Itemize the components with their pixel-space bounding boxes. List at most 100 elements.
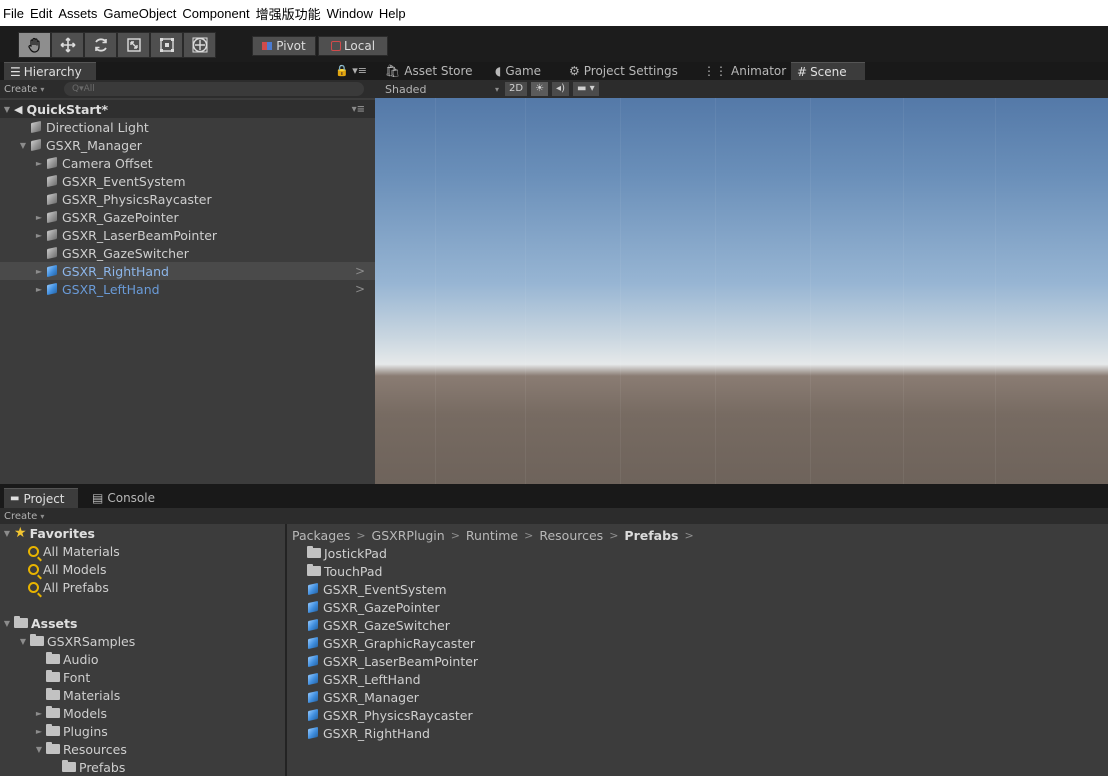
expand-arrow-icon[interactable]: ► xyxy=(34,285,44,294)
project-create-dropdown[interactable]: Create ▾ xyxy=(0,511,64,522)
folder-tree-item[interactable]: ▼ GSXRSamples xyxy=(0,632,135,650)
hierarchy-panel-menu-icon[interactable]: 🔒 ▾≡ xyxy=(335,64,367,77)
shading-mode-dropdown[interactable]: Shaded xyxy=(375,83,495,96)
hierarchy-row[interactable]: Directional Light xyxy=(0,118,375,136)
expand-arrow-icon[interactable]: ▼ xyxy=(2,619,12,628)
toggle-2d-button[interactable]: 2D xyxy=(505,82,528,96)
favorites-row[interactable]: ▼ ★ Favorites xyxy=(0,524,95,542)
folder-tree-item[interactable]: ► Models xyxy=(0,704,107,722)
menu-gameobject[interactable]: GameObject xyxy=(103,6,176,21)
favorites-item[interactable]: All Prefabs xyxy=(28,578,109,596)
hierarchy-row[interactable]: GSXR_EventSystem xyxy=(0,172,375,190)
hierarchy-row[interactable]: ► GSXR_GazePointer xyxy=(0,208,375,226)
prefab-cube-icon xyxy=(307,601,319,613)
tab-project[interactable]: ▬ Project xyxy=(4,488,78,508)
asset-prefab-item[interactable]: GSXR_EventSystem xyxy=(307,580,447,598)
menu-edit[interactable]: Edit xyxy=(30,6,52,21)
rotate-tool-button[interactable] xyxy=(84,32,117,58)
move-tool-button[interactable] xyxy=(51,32,84,58)
asset-item-label: GSXR_LaserBeamPointer xyxy=(323,653,479,669)
hierarchy-row[interactable]: GSXR_GazeSwitcher xyxy=(0,244,375,262)
expand-arrow-icon[interactable]: ► xyxy=(34,159,44,168)
hierarchy-scene-row[interactable]: ▼ ◀ QuickStart* ▾≡ xyxy=(0,100,375,118)
folder-tree-item[interactable]: ▼ Resources xyxy=(0,740,127,758)
project-toolbar: Create ▾ xyxy=(0,508,1108,524)
asset-prefab-item[interactable]: GSXR_Manager xyxy=(307,688,419,706)
asset-prefab-item[interactable]: GSXR_GraphicRaycaster xyxy=(307,634,475,652)
breadcrumb-item[interactable]: GSXRPlugin xyxy=(372,528,445,543)
transform-tool-button[interactable] xyxy=(183,32,216,58)
gameobject-cube-icon xyxy=(46,247,58,259)
chevron-down-icon: ▾ xyxy=(40,84,45,94)
asset-prefab-item[interactable]: GSXR_LaserBeamPointer xyxy=(307,652,478,670)
chevron-right-icon: > xyxy=(609,528,619,542)
expand-arrow-icon[interactable]: ▼ xyxy=(18,141,28,150)
menu-window[interactable]: Window xyxy=(327,6,373,21)
hierarchy-row[interactable]: ► GSXR_RightHand > xyxy=(0,262,375,280)
expand-arrow-icon[interactable]: ▼ xyxy=(18,637,28,646)
chevron-right-icon[interactable]: > xyxy=(355,282,365,296)
tab-console[interactable]: ▤ Console xyxy=(86,488,166,508)
hierarchy-row[interactable]: ► GSXR_LeftHand > xyxy=(0,280,375,298)
expand-arrow-icon[interactable]: ► xyxy=(34,231,44,240)
assets-row[interactable]: ▼ Assets xyxy=(0,614,78,632)
folder-tree-item[interactable]: Audio xyxy=(0,650,99,668)
breadcrumb-item[interactable]: Runtime xyxy=(466,528,518,543)
scene-viewport[interactable] xyxy=(375,98,1108,484)
expand-arrow-icon[interactable]: ► xyxy=(34,267,44,276)
breadcrumb-item[interactable]: Packages xyxy=(292,528,350,543)
folder-tree-item[interactable]: Materials xyxy=(0,686,120,704)
tab-animator[interactable]: ⋮⋮ Animator xyxy=(697,62,787,80)
prefab-cube-icon xyxy=(307,637,319,649)
hierarchy-create-dropdown[interactable]: Create ▾ xyxy=(0,84,64,95)
menu-component[interactable]: Component xyxy=(182,6,249,21)
expand-arrow-icon[interactable]: ▼ xyxy=(2,105,12,114)
asset-prefab-item[interactable]: GSXR_PhysicsRaycaster xyxy=(307,706,473,724)
asset-folder-item[interactable]: TouchPad xyxy=(307,562,382,580)
breadcrumb-item[interactable]: Resources xyxy=(539,528,603,543)
asset-folder-item[interactable]: JostickPad xyxy=(307,544,387,562)
tab-project-settings[interactable]: ⚙ Project Settings xyxy=(563,62,693,80)
scene-menu-icon[interactable]: ▾≡ xyxy=(352,104,365,115)
folder-tree-item[interactable]: ► Plugins xyxy=(0,722,108,740)
expand-arrow-icon[interactable]: ► xyxy=(34,727,44,736)
lighting-toggle-icon[interactable]: ☀ xyxy=(531,82,549,96)
menu-enhanced-features[interactable]: 增强版功能 xyxy=(256,4,321,23)
favorites-item[interactable]: All Models xyxy=(28,560,107,578)
asset-prefab-item[interactable]: GSXR_RightHand xyxy=(307,724,430,742)
audio-toggle-icon[interactable]: ◂) xyxy=(552,82,569,96)
menu-assets[interactable]: Assets xyxy=(58,6,97,21)
folder-tree-item[interactable]: Font xyxy=(0,668,90,686)
pivot-toggle-button[interactable]: Pivot xyxy=(252,36,316,56)
hierarchy-row[interactable]: ► GSXR_LaserBeamPointer xyxy=(0,226,375,244)
local-toggle-button[interactable]: Local xyxy=(318,36,388,56)
hand-tool-button[interactable] xyxy=(18,32,51,58)
hierarchy-row[interactable]: ► Camera Offset xyxy=(0,154,375,172)
tab-scene[interactable]: # Scene xyxy=(791,62,865,80)
expand-arrow-icon[interactable]: ► xyxy=(34,213,44,222)
menu-help[interactable]: Help xyxy=(379,6,406,21)
effects-dropdown-icon[interactable]: ▬ ▾ xyxy=(572,82,599,96)
asset-prefab-item[interactable]: GSXR_GazeSwitcher xyxy=(307,616,450,634)
asset-prefab-item[interactable]: GSXR_LeftHand xyxy=(307,670,421,688)
tab-hierarchy[interactable]: ☰ Hierarchy xyxy=(4,62,96,80)
asset-prefab-item[interactable]: GSXR_GazePointer xyxy=(307,598,440,616)
expand-arrow-icon[interactable]: ▼ xyxy=(34,745,44,754)
breadcrumb-item[interactable]: Prefabs xyxy=(624,528,678,543)
tab-asset-store[interactable]: 🛍 Asset Store xyxy=(379,62,485,80)
tab-game[interactable]: ◖ Game xyxy=(489,62,559,80)
rect-tool-button[interactable] xyxy=(150,32,183,58)
hierarchy-search-input[interactable]: Q▾All xyxy=(64,82,364,96)
favorites-item[interactable]: All Materials xyxy=(28,542,120,560)
menu-file[interactable]: File xyxy=(3,6,24,21)
chevron-right-icon[interactable]: > xyxy=(355,264,365,278)
scene-grid-line xyxy=(525,98,526,484)
scale-tool-icon xyxy=(126,38,141,52)
expand-arrow-icon[interactable]: ▼ xyxy=(2,529,12,538)
expand-arrow-icon[interactable]: ► xyxy=(34,709,44,718)
hierarchy-row[interactable]: ▼ GSXR_Manager xyxy=(0,136,375,154)
folder-tree-item[interactable]: Prefabs xyxy=(0,758,125,776)
prefab-cube-icon xyxy=(46,265,58,277)
scale-tool-button[interactable] xyxy=(117,32,150,58)
hierarchy-row[interactable]: GSXR_PhysicsRaycaster xyxy=(0,190,375,208)
